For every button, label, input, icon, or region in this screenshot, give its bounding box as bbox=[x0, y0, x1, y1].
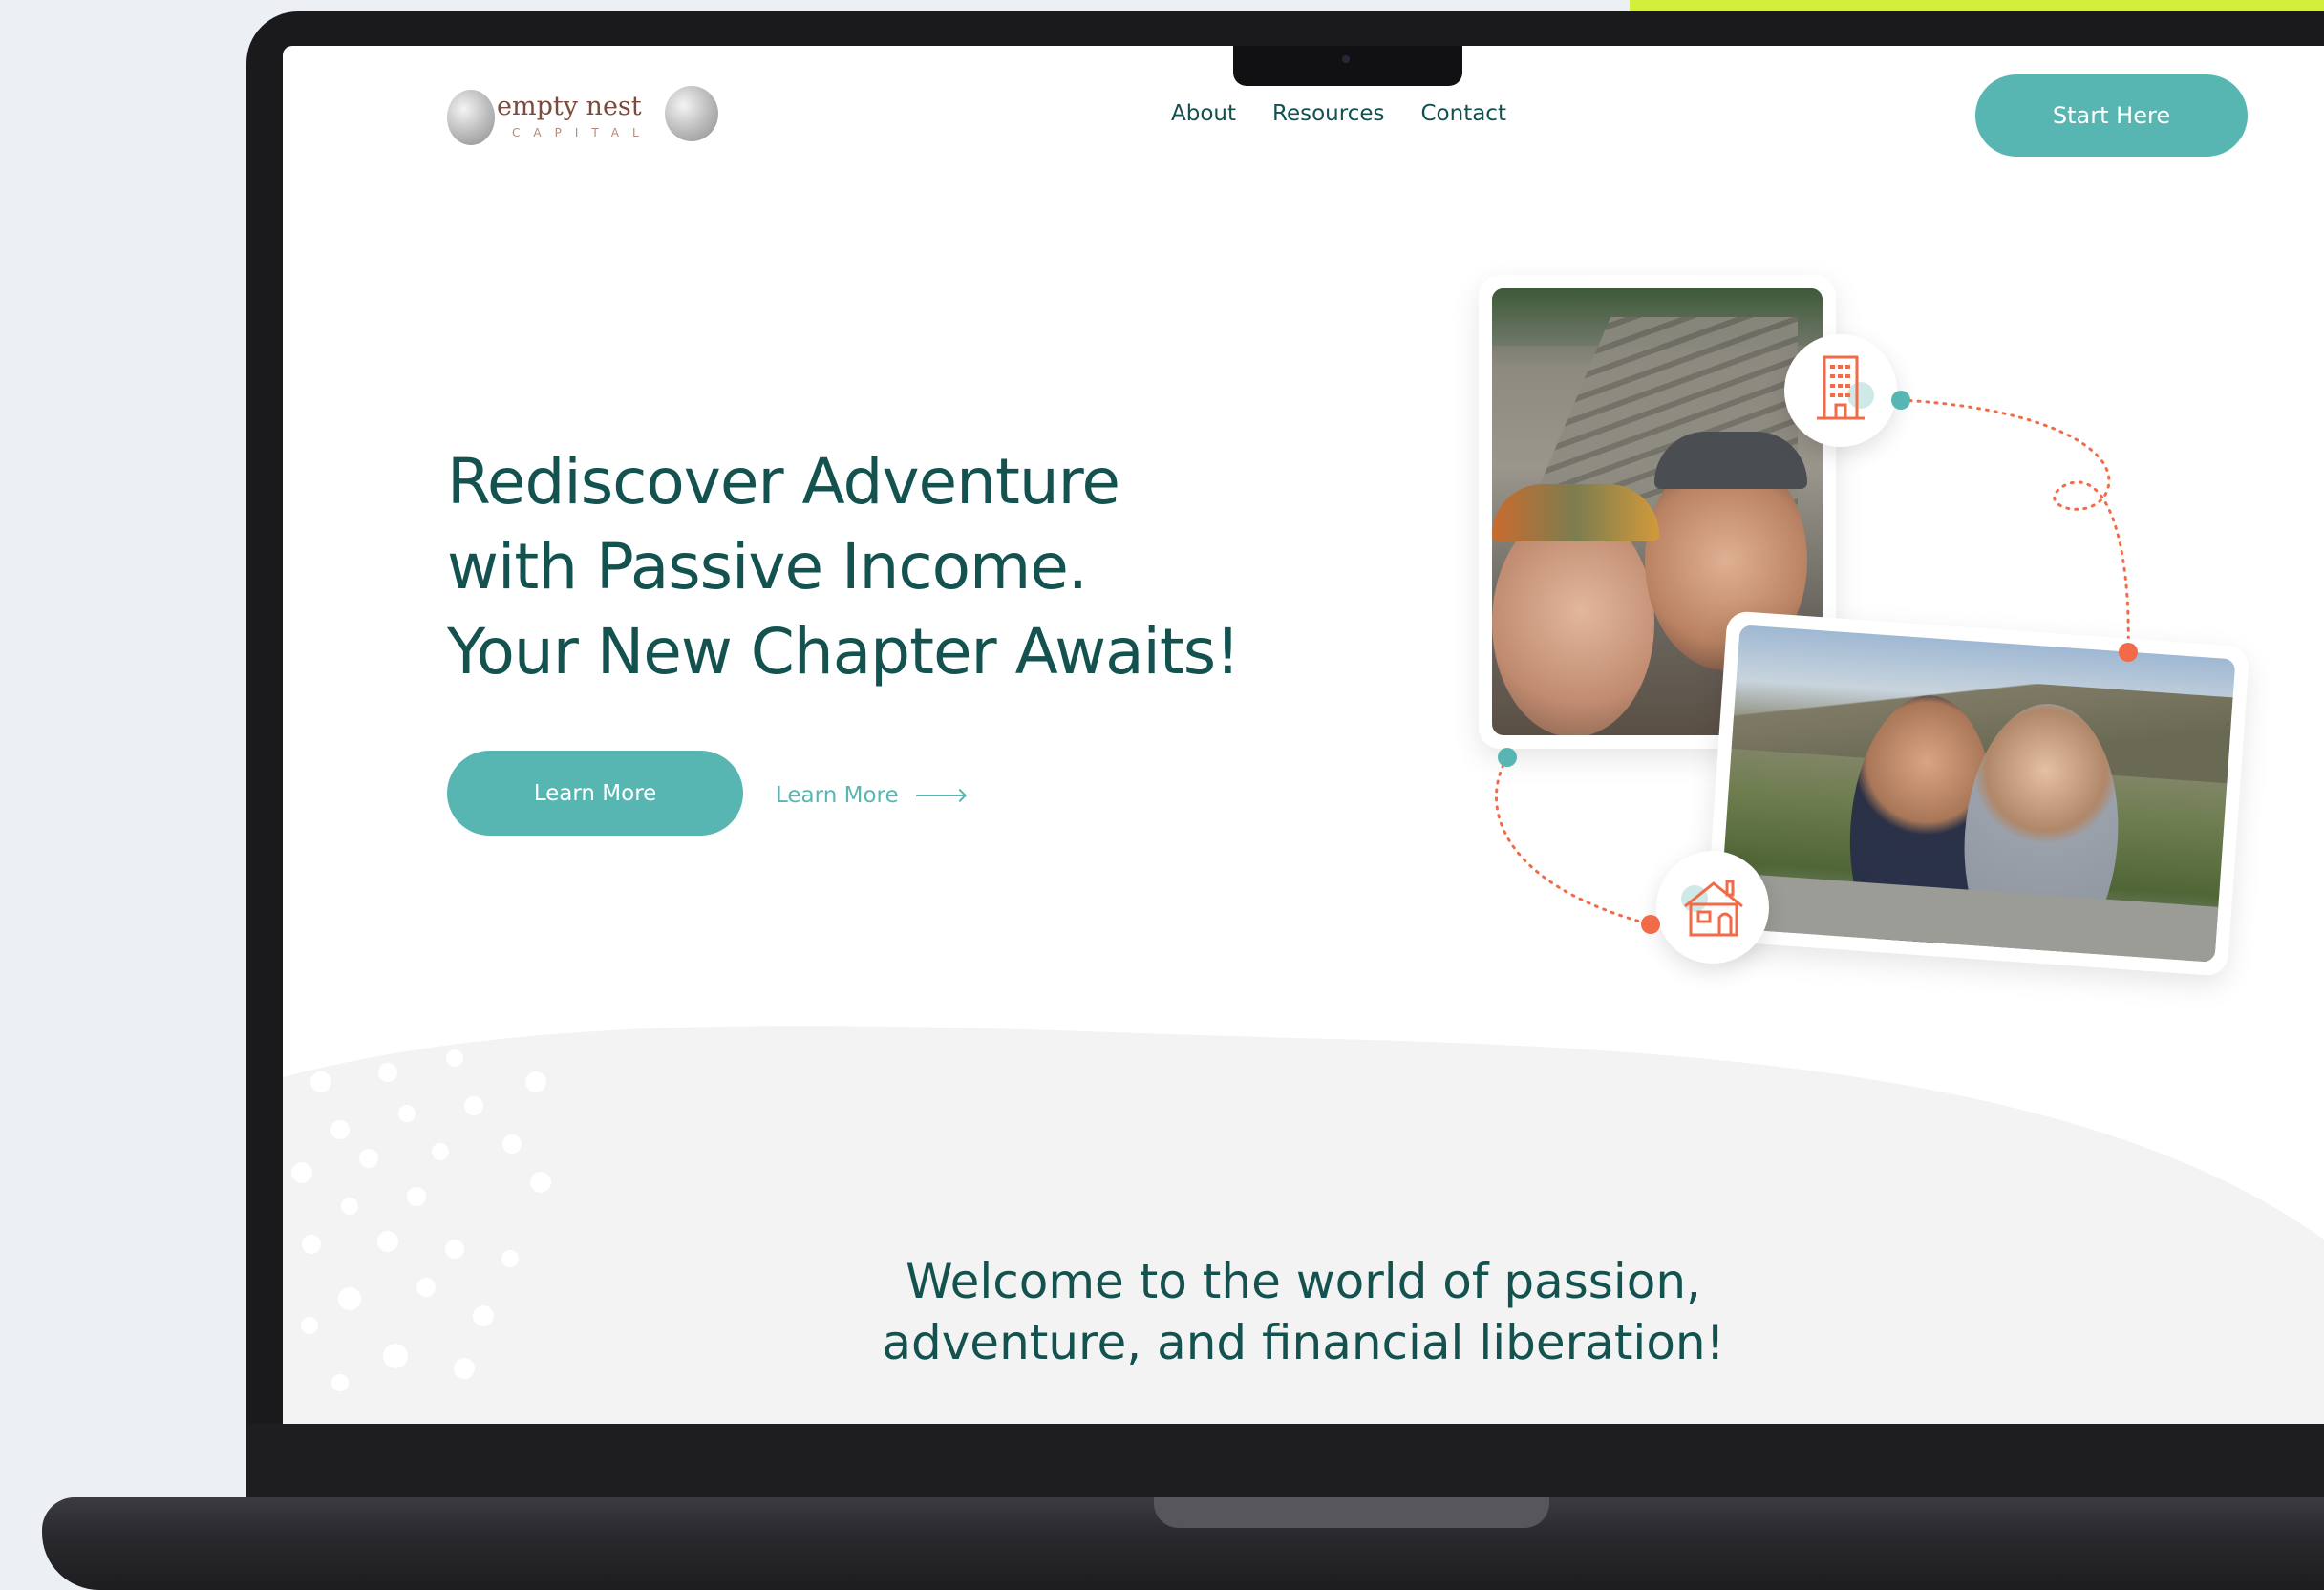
welcome-line-1: Welcome to the world of passion, bbox=[906, 1254, 1701, 1309]
connector-dot-teal-1 bbox=[1891, 391, 1910, 410]
browser-screen: empty nest CAPITAL About Resources Conta… bbox=[283, 46, 2324, 1424]
welcome-line-2: adventure, and financial liberation! bbox=[882, 1315, 1725, 1370]
laptop-base-notch bbox=[1154, 1497, 1549, 1528]
house-icon-bubble bbox=[1656, 851, 1769, 964]
connector-dot-teal-2 bbox=[1498, 748, 1517, 767]
person-woman bbox=[1492, 508, 1654, 735]
welcome-heading: Welcome to the world of passion, adventu… bbox=[283, 1251, 2324, 1373]
camera-icon bbox=[1342, 55, 1350, 63]
building-icon-bubble bbox=[1784, 334, 1897, 447]
house-icon bbox=[1681, 880, 1743, 937]
photo-valley-image bbox=[1718, 625, 2236, 963]
connector-dot-coral-1 bbox=[2119, 643, 2138, 662]
building-icon bbox=[1817, 355, 1874, 420]
camera-notch bbox=[1233, 46, 1462, 86]
connector-dot-coral-2 bbox=[1641, 915, 1660, 934]
laptop-chin bbox=[246, 1424, 2324, 1500]
photo-valley-couple bbox=[1704, 610, 2250, 977]
